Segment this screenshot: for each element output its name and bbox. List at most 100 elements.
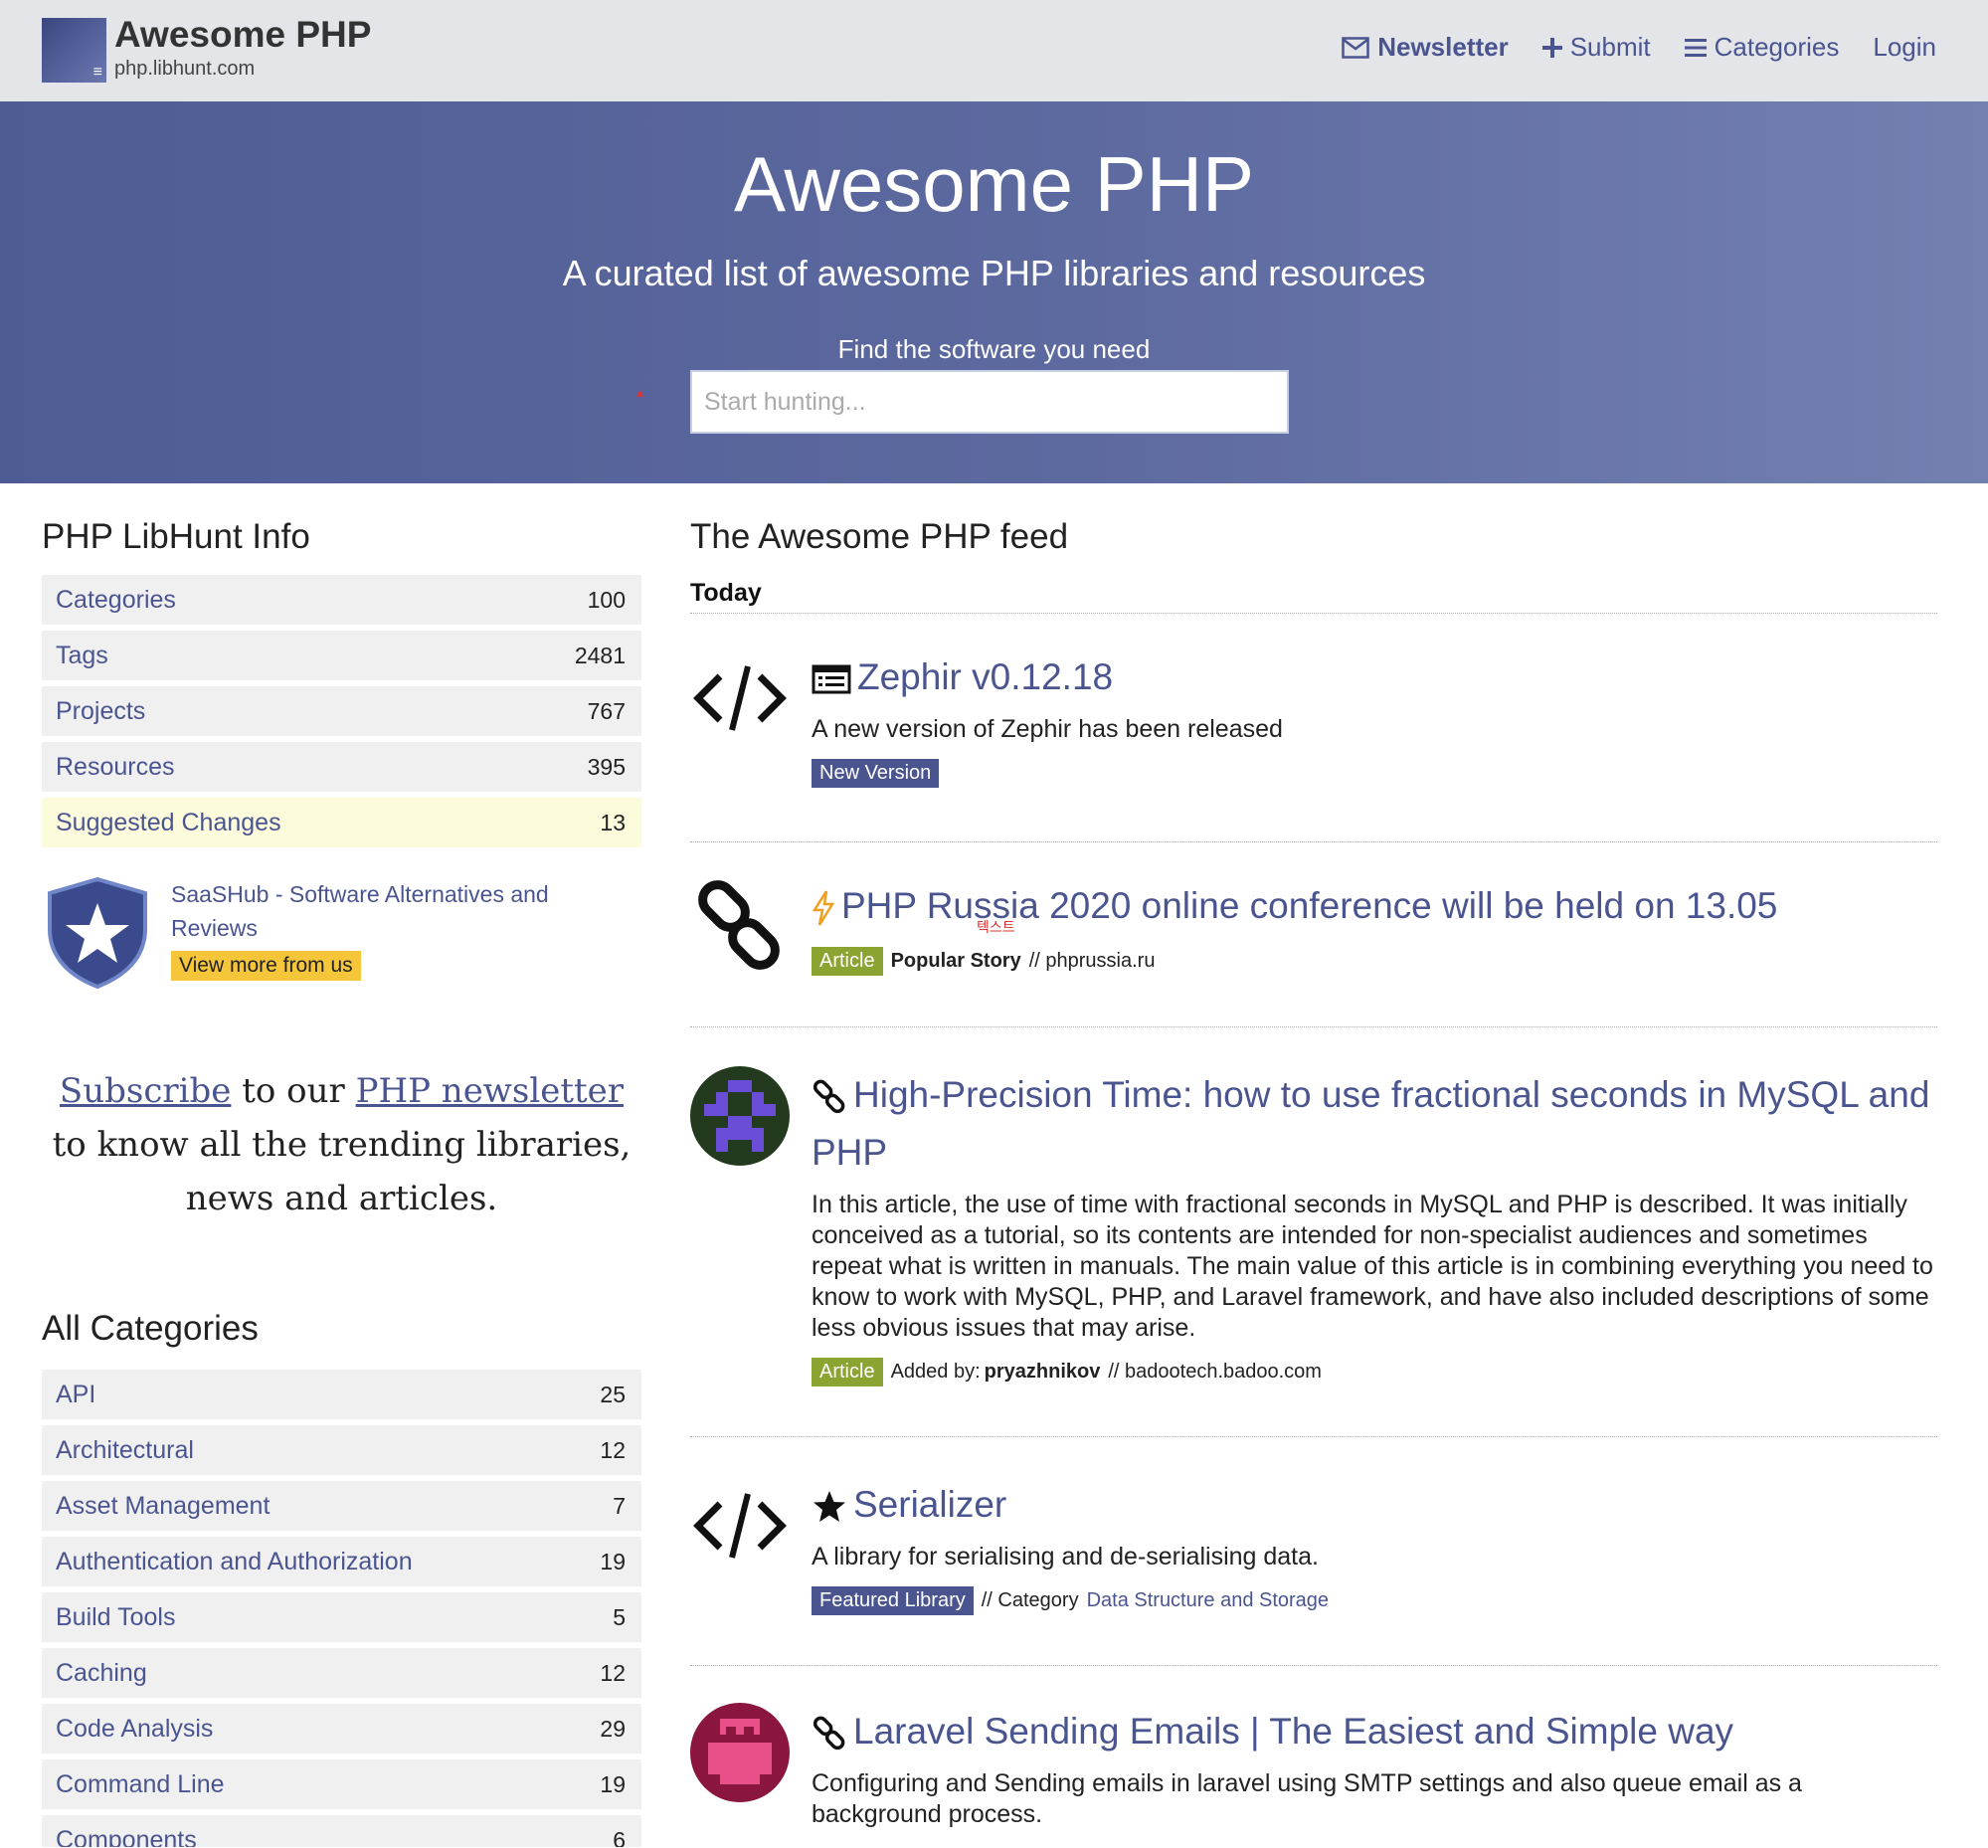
- lightning-icon: [812, 890, 835, 926]
- category-row[interactable]: Asset Management 7: [42, 1481, 641, 1531]
- info-row-suggested-changes[interactable]: Suggested Changes 13: [42, 798, 641, 847]
- plus-icon: [1541, 37, 1562, 58]
- category-row[interactable]: Command Line 19: [42, 1759, 641, 1809]
- feed-heading: The Awesome PHP feed: [690, 517, 1069, 556]
- nav-newsletter-label: Newsletter: [1377, 32, 1509, 62]
- hero-banner: Awesome PHP A curated list of awesome PH…: [0, 101, 1988, 483]
- code-icon: [693, 1493, 787, 1559]
- saashub-shield-icon[interactable]: [46, 877, 149, 989]
- row-label: Tags: [56, 641, 108, 669]
- info-list: Categories 100 Tags 2481 Projects 767 Re…: [42, 575, 641, 853]
- article-badge[interactable]: Article: [812, 947, 883, 976]
- overlay-label: 텍스트: [977, 920, 1015, 936]
- subscribe-promo: Subscribe to our PHP newsletter to know …: [42, 1064, 641, 1225]
- link-icon: [698, 880, 780, 970]
- feed-item-description: Configuring and Sending emails in larave…: [812, 1769, 1802, 1828]
- info-row-projects[interactable]: Projects 767: [42, 686, 641, 736]
- article-badge[interactable]: Article: [812, 1358, 883, 1386]
- row-count: 2481: [574, 642, 626, 668]
- feed-day-label: Today: [690, 579, 762, 607]
- envelope-icon: [1342, 36, 1369, 59]
- source-domain: // phprussia.ru: [1028, 950, 1156, 972]
- author-name[interactable]: pryazhnikov: [985, 1361, 1101, 1384]
- nav-login[interactable]: Login: [1873, 32, 1936, 63]
- top-navbar: ≡ Awesome PHP php.libhunt.com Newsletter…: [0, 0, 1988, 101]
- category-row[interactable]: Authentication and Authorization 19: [42, 1537, 641, 1586]
- feed-item-title[interactable]: Serializer: [812, 1476, 1935, 1534]
- subscribe-link[interactable]: Subscribe: [60, 1071, 231, 1111]
- row-count: 19: [600, 1770, 626, 1797]
- popular-story-label: Popular Story: [890, 950, 1021, 972]
- row-count: 767: [587, 697, 626, 724]
- divider: [690, 613, 1937, 614]
- row-count: 19: [600, 1548, 626, 1574]
- row-count: 100: [587, 586, 626, 613]
- info-heading: PHP LibHunt Info: [42, 517, 310, 556]
- logo-icon[interactable]: ≡: [42, 18, 106, 83]
- search-input[interactable]: [690, 370, 1289, 434]
- row-label: Components: [56, 1825, 197, 1848]
- feed-item-meta: Article Added by: pryazhnikov // badoote…: [812, 1358, 1935, 1386]
- feed-item-meta: Featured Library // Category Data Struct…: [812, 1586, 1935, 1615]
- info-row-tags[interactable]: Tags 2481: [42, 631, 641, 680]
- category-row[interactable]: Components 6: [42, 1815, 641, 1847]
- brand-subtitle[interactable]: php.libhunt.com: [114, 58, 255, 81]
- feed-item-title-text: High-Precision Time: how to use fraction…: [812, 1074, 1930, 1173]
- code-icon: [693, 665, 787, 731]
- info-row-categories[interactable]: Categories 100: [42, 575, 641, 625]
- brand-title[interactable]: Awesome PHP: [114, 14, 371, 56]
- divider: [690, 1665, 1937, 1666]
- star-icon: [813, 1491, 845, 1523]
- link-icon: [813, 1079, 845, 1114]
- view-more-button[interactable]: View more from us: [171, 951, 361, 981]
- categories-list: API 25 Architectural 12 Asset Management 7 …: [42, 1370, 641, 1847]
- nav-submit[interactable]: Submit: [1541, 32, 1651, 63]
- pixel-avatar: [690, 1703, 790, 1802]
- row-count: 12: [600, 1659, 626, 1686]
- category-row[interactable]: Build Tools 5: [42, 1592, 641, 1642]
- divider: [690, 1026, 1937, 1027]
- category-prefix: // Category: [981, 1589, 1079, 1611]
- menu-icon: ≡: [92, 64, 102, 81]
- added-by-label: Added by:: [890, 1361, 981, 1383]
- row-label: Code Analysis: [56, 1714, 214, 1743]
- row-label: API: [56, 1380, 96, 1408]
- hero-tagline: A curated list of awesome PHP libraries …: [562, 253, 1426, 293]
- info-row-resources[interactable]: Resources 395: [42, 742, 641, 792]
- nav-submit-label: Submit: [1569, 32, 1651, 62]
- feed-item-title-text: Serializer: [853, 1484, 1007, 1525]
- feed-item-title[interactable]: Laravel Sending Emails | The Easiest and…: [812, 1703, 1935, 1760]
- row-count: 6: [613, 1826, 626, 1848]
- feed-item-meta: Article Popular Story // phprussia.ru: [812, 947, 1935, 976]
- saashub-link[interactable]: SaaSHub - Software Alternatives and Revi…: [171, 877, 609, 945]
- row-count: 29: [600, 1715, 626, 1742]
- release-notes-icon: [812, 664, 851, 694]
- nav-categories-label: Categories: [1714, 32, 1840, 62]
- featured-library-badge[interactable]: Featured Library: [812, 1586, 974, 1615]
- row-label: Authentication and Authorization: [56, 1547, 413, 1575]
- categories-heading: All Categories: [42, 1309, 259, 1348]
- newsletter-link[interactable]: PHP newsletter: [356, 1071, 624, 1111]
- row-count: 395: [587, 753, 626, 780]
- category-row[interactable]: Architectural 12: [42, 1425, 641, 1475]
- row-label: Command Line: [56, 1769, 225, 1798]
- category-row[interactable]: Code Analysis 29: [42, 1704, 641, 1754]
- row-label: Architectural: [56, 1435, 194, 1464]
- new-version-badge[interactable]: New Version: [812, 759, 940, 788]
- nav-categories[interactable]: Categories: [1684, 32, 1840, 63]
- category-row[interactable]: API 25: [42, 1370, 641, 1419]
- category-row[interactable]: Caching 12: [42, 1648, 641, 1698]
- nav-newsletter[interactable]: Newsletter: [1342, 32, 1509, 63]
- link-icon: [813, 1716, 845, 1751]
- row-label: Resources: [56, 752, 175, 781]
- feed-item-title[interactable]: Zephir v0.12.18: [812, 648, 1935, 706]
- row-count: 13: [600, 809, 626, 835]
- feed-item-title[interactable]: High-Precision Time: how to use fraction…: [812, 1066, 1935, 1182]
- list-icon: [1684, 38, 1707, 57]
- row-count: 12: [600, 1436, 626, 1463]
- subscribe-text: to our: [231, 1071, 356, 1111]
- cursor-marker-icon: ▴: [636, 384, 644, 400]
- feed-item-title-text: Laravel Sending Emails | The Easiest and…: [853, 1711, 1734, 1752]
- category-link[interactable]: Data Structure and Storage: [1087, 1589, 1329, 1612]
- feed-item-description: In this article, the use of time with fr…: [812, 1191, 1933, 1342]
